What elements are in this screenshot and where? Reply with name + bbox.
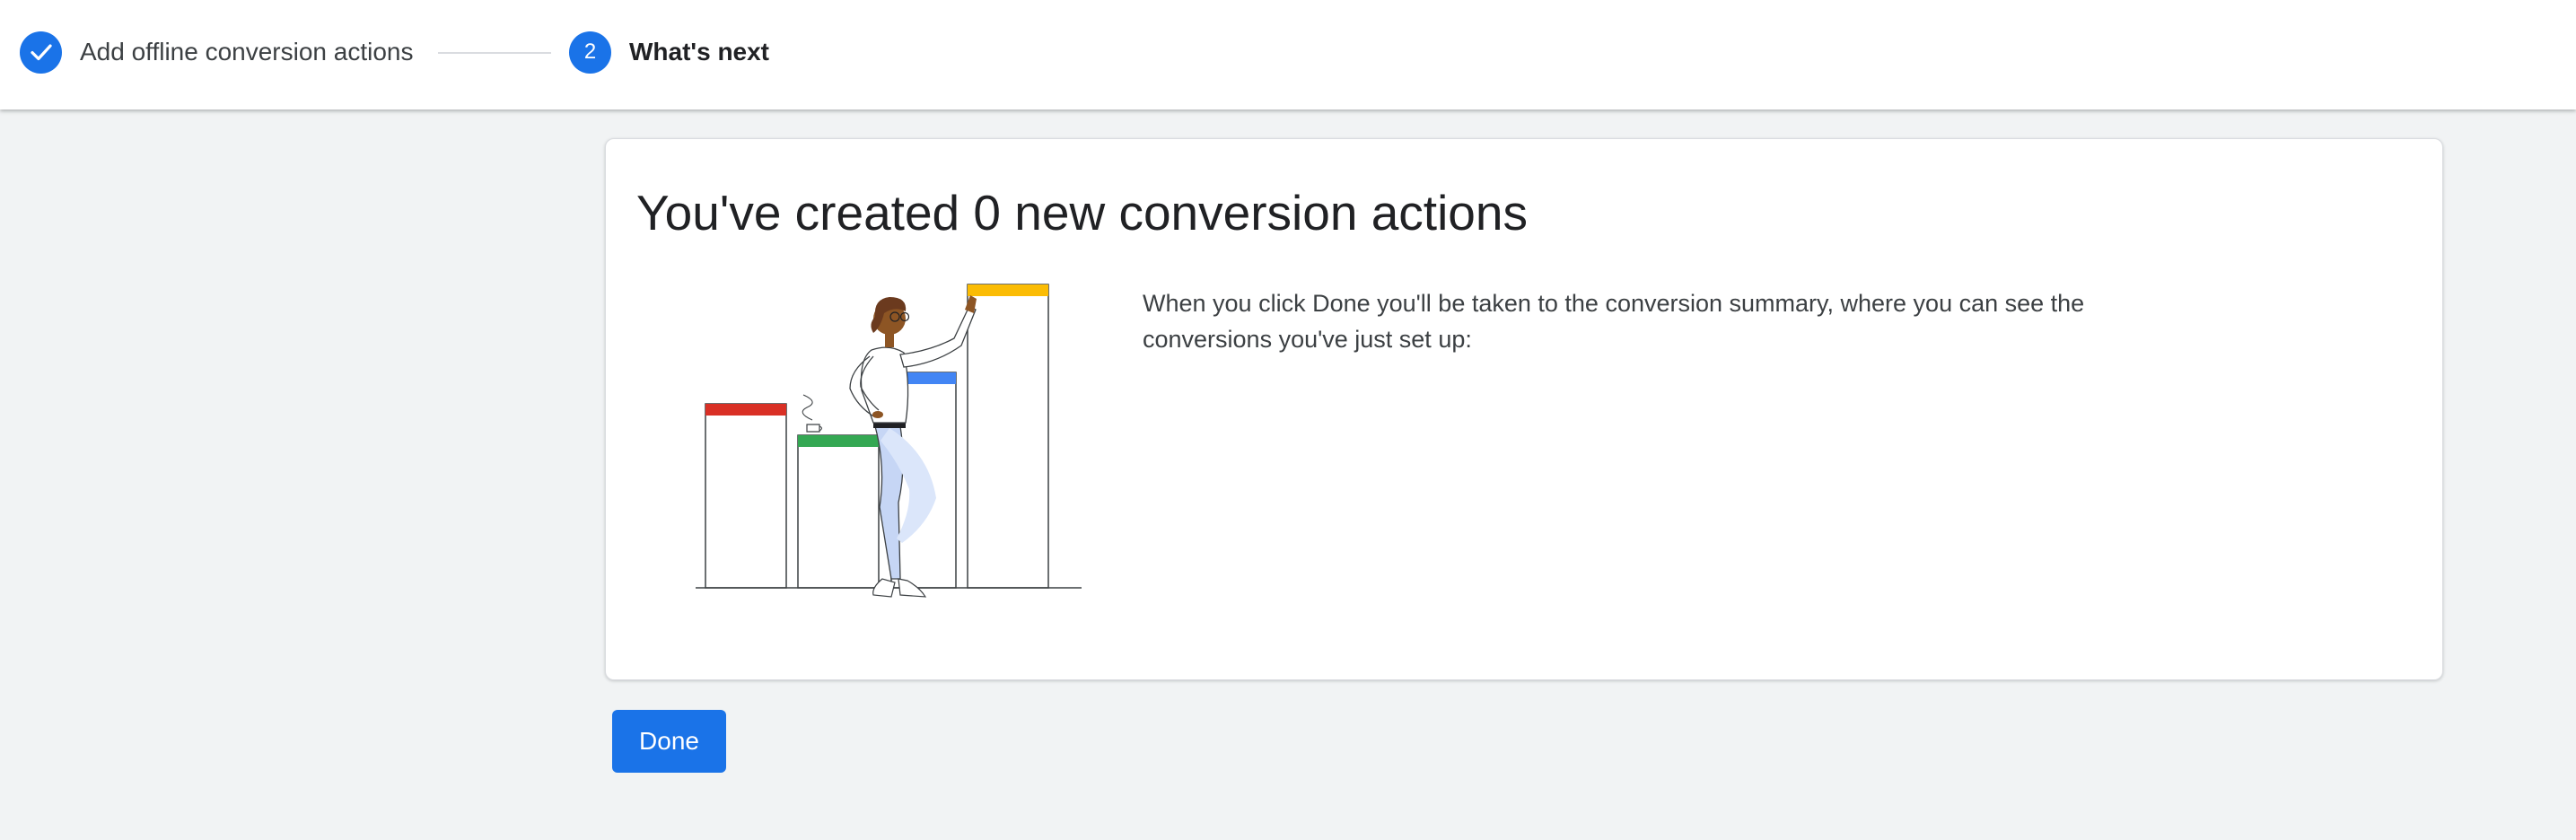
step-label: Add offline conversion actions	[80, 38, 414, 66]
page-title: You've created 0 new conversion actions	[636, 185, 1528, 241]
summary-description: When you click Done you'll be taken to t…	[1143, 290, 2085, 353]
step-label: What's next	[629, 38, 770, 66]
check-icon	[20, 31, 62, 74]
step-whats-next[interactable]: 2 What's next	[569, 31, 769, 74]
step-connector	[438, 52, 551, 54]
step-number: 2	[569, 31, 611, 74]
done-button[interactable]: Done	[612, 710, 726, 773]
stepper-header: Add offline conversion actions 2 What's …	[0, 0, 2576, 109]
woman-leaning-on-bar-chart-illustration	[696, 284, 1082, 598]
step-add-offline-conversion-actions[interactable]: Add offline conversion actions	[20, 31, 414, 74]
confirmation-card: You've created 0 new conversion actions	[605, 138, 2443, 680]
